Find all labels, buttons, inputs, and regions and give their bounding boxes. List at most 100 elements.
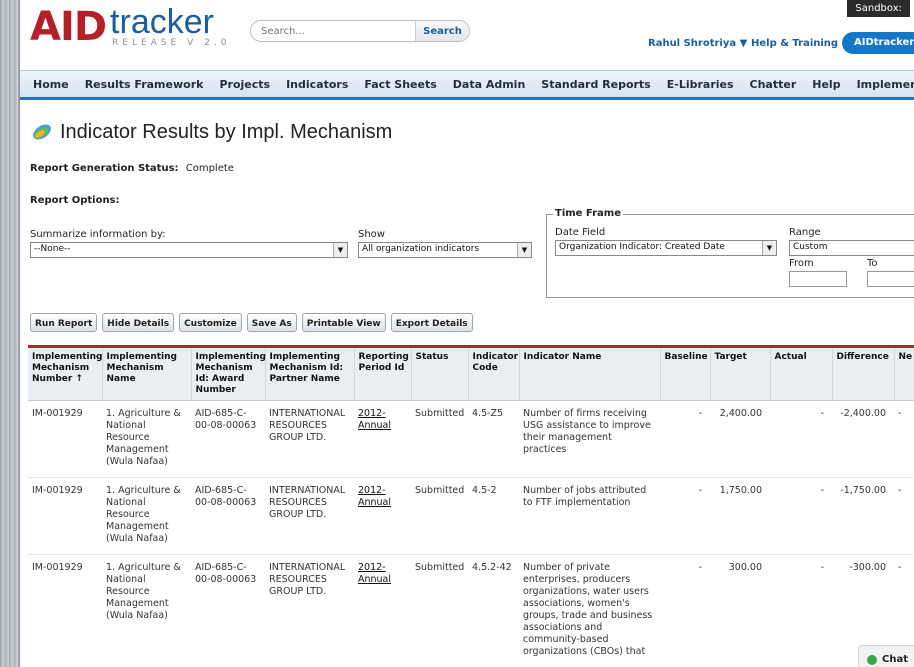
report-status: Report Generation Status: Complete [30, 163, 234, 174]
cell-baseline: - [660, 400, 710, 478]
column-header-award-number[interactable]: Implementing Mechanism Id: Award Number [191, 348, 266, 401]
column-header-actual[interactable]: Actual [770, 348, 833, 401]
cell-status: Submitted [411, 400, 468, 478]
range-label: Range [789, 227, 821, 238]
table-body: IM-001929 1. Agriculture & National Reso… [28, 400, 914, 667]
cell-actual: - [770, 477, 832, 555]
table-row: IM-001929 1. Agriculture & National Reso… [28, 400, 914, 478]
summarize-select[interactable]: --None-- ▼ [30, 242, 348, 258]
printable-view-button[interactable]: Printable View [301, 313, 386, 332]
nav-tab-chatter[interactable]: Chatter [750, 78, 797, 91]
cell-indicator-name: Number of private enterprises, producers… [519, 554, 660, 667]
cell-partner-name: INTERNATIONAL RESOURCES GROUP LTD. [265, 554, 354, 667]
cell-status: Submitted [411, 477, 468, 555]
nav-tab-e-libraries[interactable]: E-Libraries [667, 78, 734, 91]
column-header-baseline[interactable]: Baseline [660, 348, 711, 401]
cell-period: 2012-Annual [354, 554, 411, 667]
cell-status: Submitted [411, 554, 468, 667]
date-field-value: Organization Indicator: Created Date [559, 242, 725, 252]
hide-details-button[interactable]: Hide Details [102, 313, 175, 332]
table-row: IM-001929 1. Agriculture & National Reso… [28, 554, 914, 667]
nav-tab-help[interactable]: Help [812, 78, 840, 91]
date-field-label: Date Field [555, 227, 606, 238]
cell-im-number: IM-001929 [28, 400, 102, 478]
cell-period: 2012-Annual [354, 400, 411, 478]
cell-award-number: AID-685-C-00-08-00063 [191, 554, 265, 667]
export-details-button[interactable]: Export Details [390, 313, 473, 332]
cell-im-number: IM-001929 [28, 554, 102, 667]
customize-button[interactable]: Customize [179, 313, 242, 332]
column-header-difference[interactable]: Difference [832, 348, 895, 401]
table-header: Implementing Mechanism Number ↑ Implemen… [28, 348, 914, 401]
range-select[interactable]: Custom [789, 240, 914, 256]
table-row: IM-001929 1. Agriculture & National Reso… [28, 477, 914, 555]
to-label: To [867, 258, 878, 269]
reporting-period-link[interactable]: 2012-Annual [358, 408, 391, 431]
time-frame-group: Time Frame Date Field Organization Indic… [546, 208, 914, 298]
nav-tab-standard-reports[interactable]: Standard Reports [541, 78, 650, 91]
run-report-button[interactable]: Run Report [30, 313, 98, 332]
report-options-label: Report Options: [30, 195, 120, 206]
reporting-period-link[interactable]: 2012-Annual [358, 562, 391, 585]
logo-right: tracker RELEASE V 2.0 [110, 5, 230, 48]
nav-tab-data-admin[interactable]: Data Admin [453, 78, 526, 91]
search-box: Search [250, 20, 470, 42]
cell-im-name: 1. Agriculture & National Resource Manag… [102, 400, 191, 478]
cell-indicator-code: 4.5-2 [468, 477, 519, 555]
logo-aid-text: AID [30, 4, 107, 50]
cell-indicator-name: Number of jobs attributed to FTF impleme… [519, 477, 660, 555]
column-header-ne[interactable]: Ne [894, 348, 914, 401]
cell-target: 300.00 [710, 554, 770, 667]
report-table: Implementing Mechanism Number ↑ Implemen… [28, 348, 914, 667]
column-header-status[interactable]: Status [411, 348, 469, 401]
nav-tab-projects[interactable]: Projects [219, 78, 270, 91]
date-field-select[interactable]: Organization Indicator: Created Date ▼ [555, 240, 777, 256]
user-menu[interactable]: Rahul Shrotriya ▼ [648, 38, 747, 49]
column-header-im-number[interactable]: Implementing Mechanism Number ↑ [28, 348, 103, 401]
to-date-input[interactable] [867, 271, 914, 287]
sandbox-badge: Sandbox: [847, 0, 910, 17]
column-header-reporting-period[interactable]: Reporting Period Id [354, 348, 412, 401]
column-header-im-name[interactable]: Implementing Mechanism Name [102, 348, 192, 401]
nav-tab-implementing-mechanisms[interactable]: Implementing Mechanisms [857, 78, 914, 91]
cell-target: 2,400.00 [710, 400, 770, 478]
report-button-row: Run Report Hide Details Customize Save A… [30, 313, 478, 332]
column-header-partner-name[interactable]: Implementing Mechanism Id: Partner Name [265, 348, 355, 401]
app-menu-button[interactable]: AIDtracker [842, 32, 914, 54]
cell-partner-name: INTERNATIONAL RESOURCES GROUP LTD. [265, 477, 354, 555]
chat-widget[interactable]: Chat [858, 645, 914, 667]
left-window-edge [0, 0, 20, 667]
header: AID tracker RELEASE V 2.0 Search Sandbox… [20, 0, 914, 64]
cell-actual: - [770, 400, 832, 478]
cell-period: 2012-Annual [354, 477, 411, 555]
status-value: Complete [185, 163, 234, 174]
cell-target: 1,750.00 [710, 477, 770, 555]
aidtracker-logo[interactable]: AID tracker RELEASE V 2.0 [30, 4, 230, 50]
search-input[interactable] [251, 21, 421, 41]
cell-actual: - [770, 554, 832, 667]
search-button[interactable]: Search [415, 21, 469, 41]
time-frame-label: Time Frame [553, 208, 624, 219]
nav-tab-results-framework[interactable]: Results Framework [85, 78, 204, 91]
column-header-indicator-name[interactable]: Indicator Name [519, 348, 661, 401]
page-title: Indicator Results by Impl. Mechanism [60, 120, 393, 143]
cell-indicator-code: 4.5.2-42 [468, 554, 519, 667]
column-header-indicator-code[interactable]: Indicator Code [468, 348, 520, 401]
show-select[interactable]: All organization indicators ▼ [358, 242, 532, 258]
nav-tab-home[interactable]: Home [33, 78, 69, 91]
summarize-label: Summarize information by: [30, 229, 166, 240]
chevron-down-icon: ▼ [333, 243, 347, 257]
chevron-down-icon: ▼ [762, 241, 776, 255]
nav-tab-fact-sheets[interactable]: Fact Sheets [364, 78, 436, 91]
save-as-button[interactable]: Save As [246, 313, 297, 332]
cell-im-name: 1. Agriculture & National Resource Manag… [102, 554, 191, 667]
cell-im-number: IM-001929 [28, 477, 102, 555]
reporting-period-link[interactable]: 2012-Annual [358, 485, 391, 508]
column-header-target[interactable]: Target [710, 348, 771, 401]
from-date-input[interactable] [789, 271, 847, 287]
chevron-down-icon: ▼ [517, 243, 531, 257]
help-training-link[interactable]: Help & Training [751, 38, 838, 49]
cell-ne: - [894, 400, 914, 478]
nav-tab-indicators[interactable]: Indicators [286, 78, 348, 91]
main-nav: Home Results Framework Projects Indicato… [20, 70, 914, 100]
